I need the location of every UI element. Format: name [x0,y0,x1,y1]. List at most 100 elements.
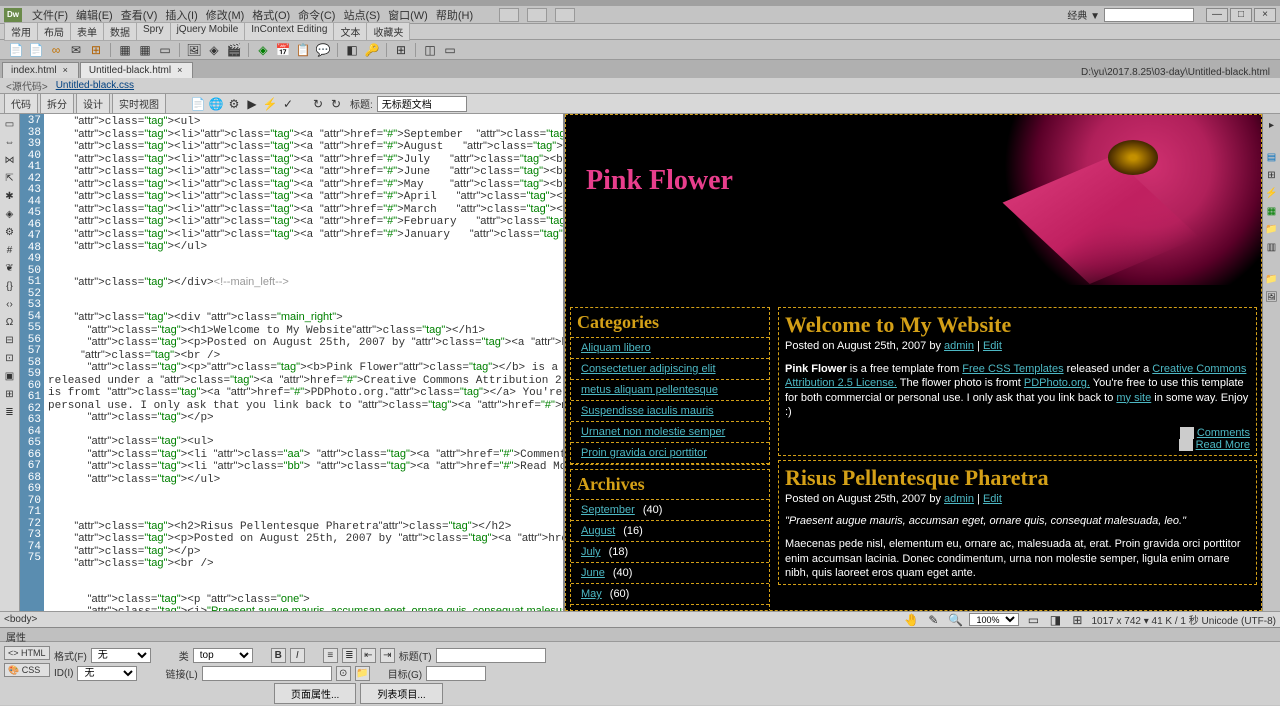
menu-dropdown2[interactable] [527,8,547,22]
toolbar-icon[interactable]: ◈ [206,42,222,58]
format-select[interactable]: 无 [91,648,151,663]
menu-dropdown3[interactable] [555,8,575,22]
panel-icon[interactable]: ▸ [1265,118,1279,132]
view-icon[interactable]: ✓ [280,96,296,112]
props-css-button[interactable]: 🎨 CSS [4,663,50,677]
archive-item[interactable]: July(18) [571,542,769,563]
mode-tab[interactable]: Spry [136,22,171,41]
close-tab-icon[interactable]: × [177,65,182,75]
list-items-button[interactable]: 列表项目... [360,683,442,704]
mode-tab[interactable]: 收藏夹 [366,22,410,41]
toolbar-icon[interactable]: 📅 [275,42,291,58]
toolbar-icon[interactable]: 💬 [315,42,331,58]
toolbar-icon[interactable]: ✉ [68,42,84,58]
mode-tab[interactable]: 数据 [103,22,137,41]
layout-label[interactable]: 经典 ▼ [1067,7,1100,22]
vt-icon[interactable]: Ω [2,314,18,330]
archive-item[interactable]: September(40) [571,500,769,521]
mode-tab[interactable]: 常用 [4,22,38,41]
comments-link[interactable]: Comments [1197,427,1250,439]
category-item[interactable]: metus aliquam pellentesque [571,380,769,401]
view-design-button[interactable]: 设计 [76,93,110,114]
pd-link[interactable]: PDPhoto.org. [1024,377,1090,389]
vt-icon[interactable]: ≣ [2,404,18,420]
vt-icon[interactable]: ⇱ [2,170,18,186]
panel-icon[interactable]: ▥ [1265,240,1279,254]
vt-icon[interactable]: {} [2,278,18,294]
css-panel-icon[interactable]: ▤ [1265,150,1279,164]
ol-button[interactable]: ≣ [342,648,357,663]
vt-icon[interactable]: ▭ [2,116,18,132]
close-tab-icon[interactable]: × [63,65,68,75]
view-live-button[interactable]: 实时视图 [112,93,166,114]
toolbar-icon[interactable]: ▭ [157,42,173,58]
toolbar-icon[interactable]: 📄 [8,42,24,58]
class-select[interactable]: top [193,648,253,663]
related-source-label[interactable]: <源代码> [6,78,48,93]
vt-icon[interactable]: ▣ [2,368,18,384]
page-properties-button[interactable]: 页面属性... [274,683,356,704]
status-icon[interactable]: 🔍 [947,612,963,628]
vt-icon[interactable]: ⇔ [2,134,18,150]
toolbar-icon[interactable]: ▭ [442,42,458,58]
archive-item[interactable]: April(46) [571,605,769,611]
title-input[interactable] [377,96,467,112]
view-icon[interactable]: ↻ [328,96,344,112]
indent-button[interactable]: ⇥ [380,648,395,663]
view-icon[interactable]: ▶ [244,96,260,112]
toolbar-icon[interactable]: ⊞ [393,42,409,58]
vt-icon[interactable]: # [2,242,18,258]
vt-icon[interactable]: ⊡ [2,350,18,366]
file-tab[interactable]: Untitled-black.html× [80,62,194,78]
view-code-button[interactable]: 代码 [4,93,38,114]
status-icon[interactable]: ⊞ [1069,612,1085,628]
vt-icon[interactable]: ⚙ [2,224,18,240]
vt-icon[interactable]: ⋈ [2,152,18,168]
vt-icon[interactable]: ⊟ [2,332,18,348]
toolbar-icon[interactable]: ⊞ [88,42,104,58]
tag-selector[interactable]: <body> [4,614,37,625]
view-icon[interactable]: ⚙ [226,96,242,112]
title-attr-input[interactable] [436,648,546,663]
toolbar-icon[interactable]: ◧ [344,42,360,58]
vt-icon[interactable]: ✱ [2,188,18,204]
toolbar-icon[interactable]: 🖼 [186,42,202,58]
fcss-link[interactable]: Free CSS Templates [962,363,1063,375]
search-input[interactable] [1104,8,1194,22]
italic-button[interactable]: I [290,648,305,663]
browse-icon[interactable]: 📁 [355,666,370,681]
ul-button[interactable]: ≡ [323,648,338,663]
edit-link[interactable]: Edit [983,493,1002,505]
close-button[interactable]: × [1254,8,1276,22]
panel-icon[interactable]: ⊞ [1265,168,1279,182]
mode-tab[interactable]: 布局 [37,22,71,41]
bold-button[interactable]: B [271,648,286,663]
zoom-select[interactable]: 100% [969,613,1019,626]
status-icon[interactable]: ▭ [1025,612,1041,628]
mysite-link[interactable]: my site [1116,392,1151,404]
toolbar-icon[interactable]: ◫ [422,42,438,58]
archive-item[interactable]: August(16) [571,521,769,542]
id-select[interactable]: 无 [77,666,137,681]
maximize-button[interactable]: □ [1230,8,1252,22]
toolbar-icon[interactable]: 🎬 [226,42,242,58]
related-css-file[interactable]: Untitled-black.css [56,80,134,91]
archive-item[interactable]: June(40) [571,563,769,584]
archive-item[interactable]: May(60) [571,584,769,605]
menu-dropdown1[interactable] [499,8,519,22]
vt-icon[interactable]: ◈ [2,206,18,222]
assets-panel-icon[interactable]: 🖼 [1265,290,1279,304]
minimize-button[interactable]: — [1206,8,1228,22]
code-editor[interactable]: 37 38 39 40 41 42 43 44 45 46 47 48 49 5… [20,114,565,611]
menu-item[interactable]: 帮助(H) [432,5,477,25]
toolbar-icon[interactable]: ▦ [117,42,133,58]
props-html-button[interactable]: <> HTML [4,646,50,660]
readmore-link[interactable]: Read More [1196,439,1250,451]
status-icon[interactable]: ✎ [925,612,941,628]
vt-icon[interactable]: ❦ [2,260,18,276]
panel-icon[interactable]: 📁 [1265,222,1279,236]
admin-link[interactable]: admin [944,340,974,352]
view-icon[interactable]: 🌐 [208,96,224,112]
panel-icon[interactable]: ⚡ [1265,186,1279,200]
toolbar-icon[interactable]: ▦ [137,42,153,58]
